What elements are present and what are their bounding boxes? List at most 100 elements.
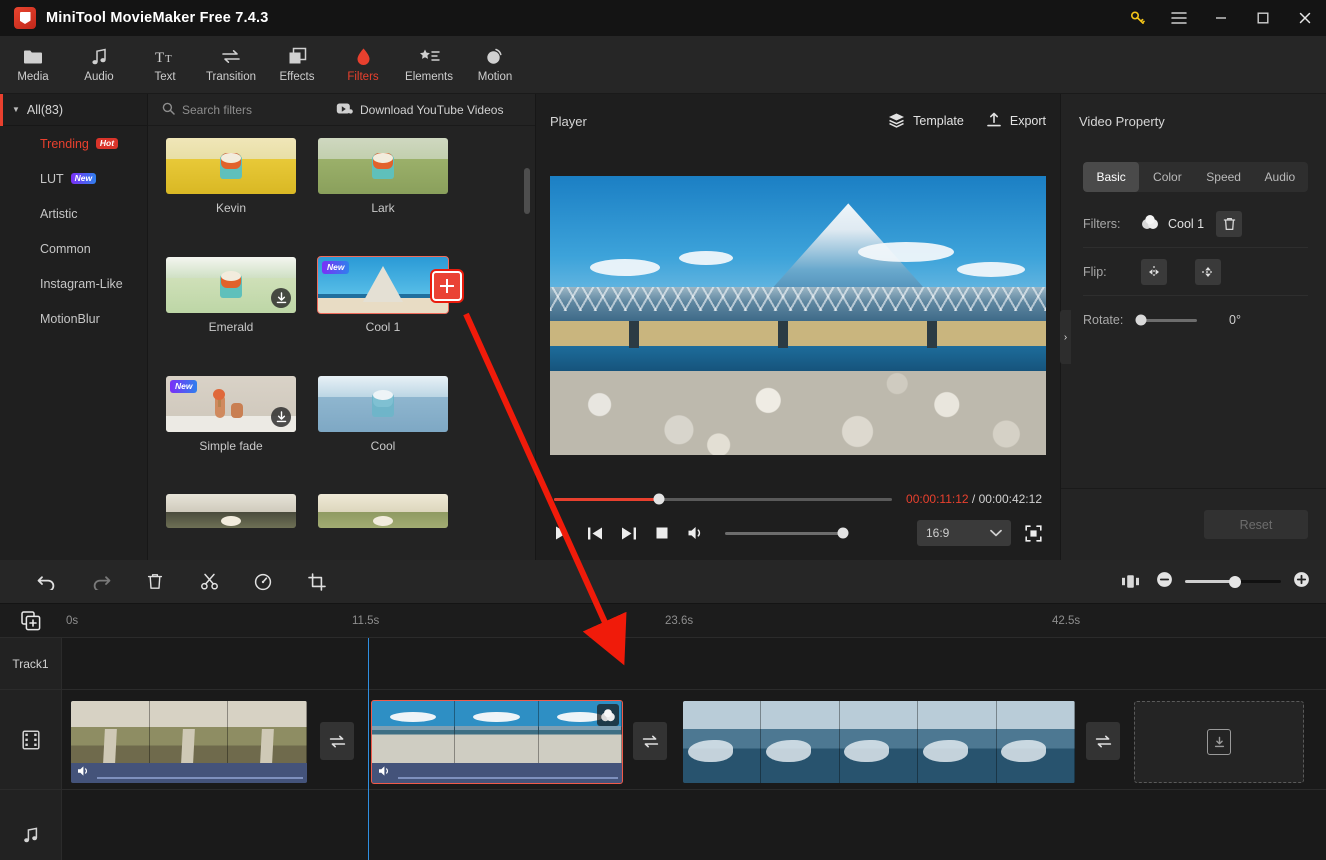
play-icon[interactable] bbox=[554, 525, 569, 541]
filter-cell-row4-left[interactable] bbox=[166, 494, 296, 560]
tool-effects[interactable]: Effects bbox=[264, 36, 330, 94]
zoom-in-icon[interactable] bbox=[1293, 571, 1310, 593]
next-frame-icon[interactable] bbox=[621, 526, 637, 541]
filter-thumbnail[interactable] bbox=[166, 494, 296, 529]
playhead[interactable] bbox=[368, 638, 369, 860]
key-icon[interactable] bbox=[1118, 0, 1158, 36]
tool-filters[interactable]: Filters bbox=[330, 36, 396, 94]
table-row[interactable] bbox=[71, 701, 307, 783]
category-item-motionblur[interactable]: MotionBlur bbox=[0, 301, 147, 336]
filter-cell-simple-fade[interactable]: New Simple fade bbox=[166, 375, 296, 485]
transition-button[interactable] bbox=[1086, 722, 1120, 760]
tab-basic[interactable]: Basic bbox=[1083, 162, 1140, 192]
category-item-instagram-like[interactable]: Instagram-Like bbox=[0, 266, 147, 301]
filter-thumbnail[interactable]: New bbox=[317, 255, 449, 314]
filter-thumbnail[interactable] bbox=[318, 138, 448, 194]
category-item-common[interactable]: Common bbox=[0, 231, 147, 266]
transition-button[interactable] bbox=[633, 722, 667, 760]
previous-frame-icon[interactable] bbox=[587, 526, 603, 541]
volume-icon[interactable] bbox=[687, 525, 705, 541]
property-footer: Reset bbox=[1061, 488, 1326, 560]
close-icon[interactable] bbox=[1284, 0, 1326, 36]
tab-audio[interactable]: Audio bbox=[1252, 162, 1308, 192]
volume-slider[interactable] bbox=[725, 527, 849, 539]
app-title: MiniTool MovieMaker Free 7.4.3 bbox=[46, 10, 269, 26]
download-icon[interactable] bbox=[271, 287, 291, 308]
transition-button[interactable] bbox=[320, 722, 354, 760]
speedometer-icon[interactable] bbox=[236, 560, 290, 604]
add-filter-button[interactable] bbox=[432, 270, 462, 301]
trash-icon[interactable] bbox=[128, 560, 182, 604]
maximize-icon[interactable] bbox=[1242, 0, 1284, 36]
chevron-right-icon[interactable]: › bbox=[1060, 310, 1071, 364]
filters-browser: Search filters Download YouTube Videos K… bbox=[148, 94, 535, 560]
media-dropzone[interactable] bbox=[1134, 701, 1304, 783]
tool-label: Filters bbox=[347, 71, 379, 83]
scissors-icon[interactable] bbox=[182, 560, 236, 604]
seek-slider[interactable] bbox=[554, 493, 893, 505]
template-button[interactable]: Template bbox=[888, 112, 964, 131]
filter-cell-lark[interactable]: Lark bbox=[318, 138, 448, 247]
filter-name: Emerald bbox=[208, 319, 254, 334]
filter-name: Lark bbox=[371, 201, 395, 215]
category-item-lut[interactable]: LUT New bbox=[0, 161, 147, 196]
table-row[interactable] bbox=[371, 700, 623, 784]
tool-motion[interactable]: Motion bbox=[462, 36, 528, 94]
filters-label: Filters: bbox=[1083, 216, 1121, 231]
filter-thumbnail[interactable]: New bbox=[166, 375, 296, 432]
filter-thumbnail[interactable] bbox=[166, 138, 296, 194]
filter-cell-cool-1[interactable]: New Cool 1 bbox=[317, 255, 462, 366]
category-item-artistic[interactable]: Artistic bbox=[0, 196, 147, 231]
video-track-body[interactable] bbox=[62, 690, 1326, 789]
tool-elements[interactable]: Elements bbox=[396, 36, 462, 94]
crop-icon[interactable] bbox=[290, 560, 344, 604]
filter-cell-cool[interactable]: Cool bbox=[318, 375, 448, 485]
video-preview[interactable] bbox=[550, 175, 1046, 455]
download-youtube-button[interactable]: Download YouTube Videos bbox=[336, 102, 503, 118]
minimize-icon[interactable] bbox=[1200, 0, 1242, 36]
filter-thumbnail[interactable] bbox=[318, 375, 448, 432]
undo-icon[interactable] bbox=[20, 560, 74, 604]
flip-vertical-icon[interactable] bbox=[1195, 258, 1221, 285]
filter-cell-row4-right[interactable] bbox=[318, 494, 448, 560]
tool-label: Effects bbox=[279, 71, 315, 83]
filter-thumbnail[interactable] bbox=[166, 256, 296, 313]
redo-icon[interactable] bbox=[74, 560, 128, 604]
filters-scrollbar[interactable] bbox=[524, 168, 530, 558]
add-media-icon[interactable] bbox=[0, 604, 62, 638]
tool-transition[interactable]: Transition bbox=[198, 36, 264, 94]
aspect-ratio-select[interactable]: 16:9 bbox=[917, 520, 1011, 546]
stop-icon[interactable] bbox=[655, 526, 669, 540]
audio-track-body[interactable] bbox=[62, 790, 1326, 860]
category-item-trending[interactable]: Trending Hot bbox=[0, 126, 147, 161]
download-icon[interactable] bbox=[271, 406, 291, 427]
tool-audio[interactable]: Audio bbox=[66, 36, 132, 94]
split-view-icon[interactable] bbox=[1116, 560, 1144, 604]
tool-label: Audio bbox=[84, 71, 114, 83]
category-all-header[interactable]: ▼ All(83) bbox=[0, 94, 147, 126]
applied-filter-name: Cool 1 bbox=[1168, 216, 1205, 231]
export-button[interactable]: Export bbox=[986, 112, 1046, 131]
filter-thumbnail[interactable] bbox=[318, 494, 448, 529]
table-row[interactable] bbox=[683, 701, 1075, 783]
zoom-out-icon[interactable] bbox=[1156, 571, 1173, 593]
filter-cell-kevin[interactable]: Kevin bbox=[166, 138, 296, 247]
trash-icon[interactable] bbox=[1216, 210, 1243, 237]
tool-text[interactable]: TT Text bbox=[132, 36, 198, 94]
rotate-slider[interactable] bbox=[1135, 314, 1197, 326]
tool-media[interactable]: Media bbox=[0, 36, 66, 94]
import-down-icon bbox=[1207, 729, 1231, 755]
category-all-label: All(83) bbox=[26, 102, 64, 117]
reset-button[interactable]: Reset bbox=[1204, 510, 1308, 539]
timeline-ruler[interactable]: 0s 11.5s 23.6s 42.5s bbox=[0, 604, 1326, 638]
tab-color[interactable]: Color bbox=[1139, 162, 1195, 192]
fullscreen-icon[interactable] bbox=[1025, 524, 1042, 542]
zoom-slider[interactable] bbox=[1185, 575, 1281, 588]
menu-icon[interactable] bbox=[1158, 0, 1200, 36]
filter-cell-emerald[interactable]: Emerald bbox=[166, 256, 296, 366]
search-input[interactable]: Search filters bbox=[148, 102, 328, 118]
search-placeholder: Search filters bbox=[182, 102, 253, 117]
tab-speed[interactable]: Speed bbox=[1196, 162, 1252, 192]
filter-circles-icon bbox=[1141, 214, 1159, 233]
flip-horizontal-icon[interactable] bbox=[1141, 258, 1167, 285]
